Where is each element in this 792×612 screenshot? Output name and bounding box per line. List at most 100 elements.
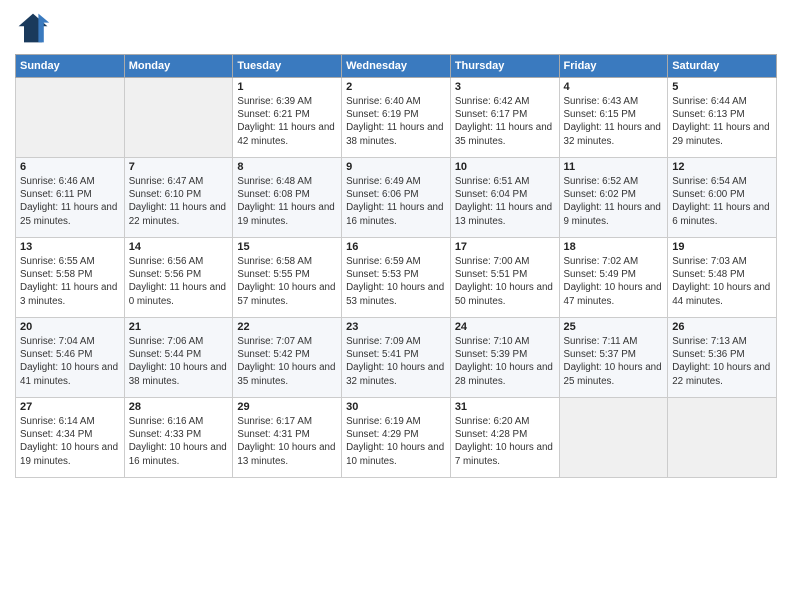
day-info: Sunrise: 6:17 AM Sunset: 4:31 PM Dayligh… [237, 415, 337, 468]
day-number: 13 [20, 241, 120, 253]
calendar-cell: 14 Sunrise: 6:56 AM Sunset: 5:56 PM Dayli… [124, 238, 233, 318]
day-number: 30 [346, 401, 446, 413]
calendar-cell: 28 Sunrise: 6:16 AM Sunset: 4:33 PM Dayli… [124, 398, 233, 478]
day-info: Sunrise: 6:43 AM Sunset: 6:15 PM Dayligh… [564, 95, 664, 148]
weekday-header: Wednesday [342, 55, 451, 78]
day-number: 23 [346, 321, 446, 333]
day-info: Sunrise: 6:16 AM Sunset: 4:33 PM Dayligh… [129, 415, 229, 468]
calendar-cell: 31Sunrise: 6:20 AM Sunset: 4:28 PM Dayli… [450, 398, 559, 478]
calendar-cell: 11 Sunrise: 6:52 AM Sunset: 6:02 PM Dayli… [559, 158, 668, 238]
calendar-week: 27 Sunrise: 6:14 AM Sunset: 4:34 PM Dayli… [16, 398, 777, 478]
day-info: Sunrise: 6:48 AM Sunset: 6:08 PM Dayligh… [237, 175, 337, 228]
calendar-body: 1 Sunrise: 6:39 AM Sunset: 6:21 PM Daylig… [16, 78, 777, 478]
day-number: 25 [564, 321, 664, 333]
day-number: 28 [129, 401, 229, 413]
day-info: Sunrise: 7:00 AM Sunset: 5:51 PM Dayligh… [455, 255, 555, 308]
day-number: 7 [129, 161, 229, 173]
calendar-header: SundayMondayTuesdayWednesdayThursdayFrid… [16, 55, 777, 78]
calendar-cell: 2 Sunrise: 6:40 AM Sunset: 6:19 PM Daylig… [342, 78, 451, 158]
day-info: Sunrise: 7:07 AM Sunset: 5:42 PM Dayligh… [237, 335, 337, 388]
day-number: 22 [237, 321, 337, 333]
day-info: Sunrise: 6:14 AM Sunset: 4:34 PM Dayligh… [20, 415, 120, 468]
calendar-cell: 22 Sunrise: 7:07 AM Sunset: 5:42 PM Dayli… [233, 318, 342, 398]
day-info: Sunrise: 6:47 AM Sunset: 6:10 PM Dayligh… [129, 175, 229, 228]
weekday-row: SundayMondayTuesdayWednesdayThursdayFrid… [16, 55, 777, 78]
day-info: Sunrise: 7:13 AM Sunset: 5:36 PM Dayligh… [672, 335, 772, 388]
day-info: Sunrise: 7:09 AM Sunset: 5:41 PM Dayligh… [346, 335, 446, 388]
calendar-week: 20Sunrise: 7:04 AM Sunset: 5:46 PM Dayli… [16, 318, 777, 398]
calendar-cell: 10Sunrise: 6:51 AM Sunset: 6:04 PM Dayli… [450, 158, 559, 238]
day-info: Sunrise: 6:39 AM Sunset: 6:21 PM Dayligh… [237, 95, 337, 148]
calendar-cell: 5 Sunrise: 6:44 AM Sunset: 6:13 PM Daylig… [668, 78, 777, 158]
day-info: Sunrise: 6:42 AM Sunset: 6:17 PM Dayligh… [455, 95, 555, 148]
calendar-cell: 17Sunrise: 7:00 AM Sunset: 5:51 PM Dayli… [450, 238, 559, 318]
weekday-header: Saturday [668, 55, 777, 78]
day-number: 2 [346, 81, 446, 93]
calendar-cell: 9 Sunrise: 6:49 AM Sunset: 6:06 PM Daylig… [342, 158, 451, 238]
calendar-cell [16, 78, 125, 158]
calendar-cell: 8 Sunrise: 6:48 AM Sunset: 6:08 PM Daylig… [233, 158, 342, 238]
day-info: Sunrise: 6:54 AM Sunset: 6:00 PM Dayligh… [672, 175, 772, 228]
calendar-cell: 1 Sunrise: 6:39 AM Sunset: 6:21 PM Daylig… [233, 78, 342, 158]
calendar-cell: 18 Sunrise: 7:02 AM Sunset: 5:49 PM Dayli… [559, 238, 668, 318]
day-number: 27 [20, 401, 120, 413]
day-info: Sunrise: 6:52 AM Sunset: 6:02 PM Dayligh… [564, 175, 664, 228]
day-number: 3 [455, 81, 555, 93]
day-number: 18 [564, 241, 664, 253]
calendar-cell: 21 Sunrise: 7:06 AM Sunset: 5:44 PM Dayli… [124, 318, 233, 398]
day-info: Sunrise: 6:19 AM Sunset: 4:29 PM Dayligh… [346, 415, 446, 468]
day-info: Sunrise: 7:04 AM Sunset: 5:46 PM Dayligh… [20, 335, 120, 388]
calendar-cell: 23 Sunrise: 7:09 AM Sunset: 5:41 PM Dayli… [342, 318, 451, 398]
day-info: Sunrise: 6:40 AM Sunset: 6:19 PM Dayligh… [346, 95, 446, 148]
calendar-week: 6 Sunrise: 6:46 AM Sunset: 6:11 PM Daylig… [16, 158, 777, 238]
day-number: 8 [237, 161, 337, 173]
weekday-header: Monday [124, 55, 233, 78]
logo [15, 10, 55, 46]
day-number: 29 [237, 401, 337, 413]
weekday-header: Friday [559, 55, 668, 78]
day-number: 9 [346, 161, 446, 173]
weekday-header: Sunday [16, 55, 125, 78]
day-number: 4 [564, 81, 664, 93]
day-number: 24 [455, 321, 555, 333]
calendar-cell: 7 Sunrise: 6:47 AM Sunset: 6:10 PM Daylig… [124, 158, 233, 238]
calendar-cell: 30 Sunrise: 6:19 AM Sunset: 4:29 PM Dayli… [342, 398, 451, 478]
day-info: Sunrise: 7:11 AM Sunset: 5:37 PM Dayligh… [564, 335, 664, 388]
calendar-cell: 27 Sunrise: 6:14 AM Sunset: 4:34 PM Dayli… [16, 398, 125, 478]
day-number: 21 [129, 321, 229, 333]
day-info: Sunrise: 6:20 AM Sunset: 4:28 PM Dayligh… [455, 415, 555, 468]
calendar-cell: 4 Sunrise: 6:43 AM Sunset: 6:15 PM Daylig… [559, 78, 668, 158]
day-info: Sunrise: 6:59 AM Sunset: 5:53 PM Dayligh… [346, 255, 446, 308]
calendar-week: 13Sunrise: 6:55 AM Sunset: 5:58 PM Dayli… [16, 238, 777, 318]
logo-icon [15, 10, 51, 46]
calendar-cell: 3 Sunrise: 6:42 AM Sunset: 6:17 PM Daylig… [450, 78, 559, 158]
day-number: 5 [672, 81, 772, 93]
day-number: 6 [20, 161, 120, 173]
weekday-header: Tuesday [233, 55, 342, 78]
day-number: 19 [672, 241, 772, 253]
calendar-cell: 12 Sunrise: 6:54 AM Sunset: 6:00 PM Dayli… [668, 158, 777, 238]
day-info: Sunrise: 6:44 AM Sunset: 6:13 PM Dayligh… [672, 95, 772, 148]
calendar-cell: 25 Sunrise: 7:11 AM Sunset: 5:37 PM Dayli… [559, 318, 668, 398]
day-info: Sunrise: 6:56 AM Sunset: 5:56 PM Dayligh… [129, 255, 229, 308]
day-info: Sunrise: 6:49 AM Sunset: 6:06 PM Dayligh… [346, 175, 446, 228]
calendar-cell: 20Sunrise: 7:04 AM Sunset: 5:46 PM Dayli… [16, 318, 125, 398]
day-number: 1 [237, 81, 337, 93]
day-info: Sunrise: 7:06 AM Sunset: 5:44 PM Dayligh… [129, 335, 229, 388]
day-info: Sunrise: 6:51 AM Sunset: 6:04 PM Dayligh… [455, 175, 555, 228]
day-info: Sunrise: 7:03 AM Sunset: 5:48 PM Dayligh… [672, 255, 772, 308]
day-info: Sunrise: 6:46 AM Sunset: 6:11 PM Dayligh… [20, 175, 120, 228]
calendar-cell: 13Sunrise: 6:55 AM Sunset: 5:58 PM Dayli… [16, 238, 125, 318]
calendar-cell: 16Sunrise: 6:59 AM Sunset: 5:53 PM Dayli… [342, 238, 451, 318]
day-info: Sunrise: 7:02 AM Sunset: 5:49 PM Dayligh… [564, 255, 664, 308]
calendar-week: 1 Sunrise: 6:39 AM Sunset: 6:21 PM Daylig… [16, 78, 777, 158]
day-number: 11 [564, 161, 664, 173]
calendar-cell: 24Sunrise: 7:10 AM Sunset: 5:39 PM Dayli… [450, 318, 559, 398]
page: SundayMondayTuesdayWednesdayThursdayFrid… [0, 0, 792, 612]
day-number: 12 [672, 161, 772, 173]
day-number: 14 [129, 241, 229, 253]
calendar-cell: 26Sunrise: 7:13 AM Sunset: 5:36 PM Dayli… [668, 318, 777, 398]
calendar-cell [124, 78, 233, 158]
calendar-cell: 29 Sunrise: 6:17 AM Sunset: 4:31 PM Dayli… [233, 398, 342, 478]
calendar: SundayMondayTuesdayWednesdayThursdayFrid… [15, 54, 777, 478]
